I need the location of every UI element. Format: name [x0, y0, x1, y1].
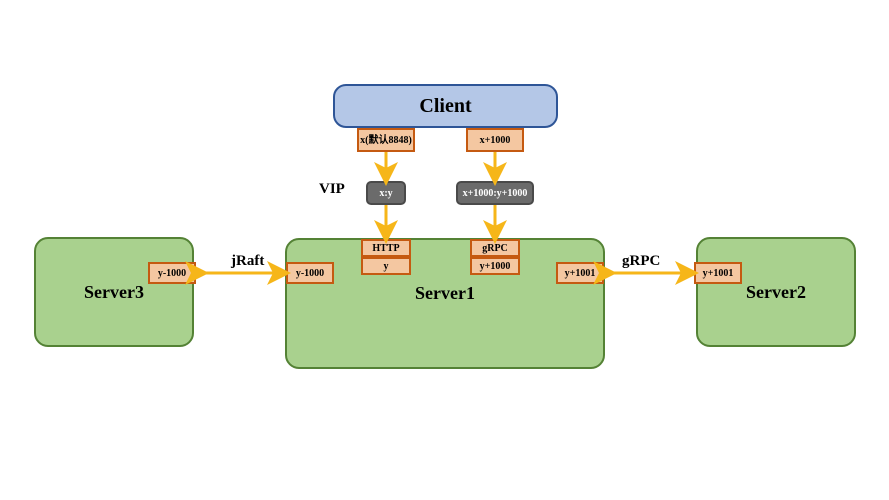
- server2-port-left: y+1001: [694, 262, 742, 284]
- server1-grpc-bottom-label: y+1000: [480, 261, 511, 272]
- server3-node: Server3: [34, 237, 194, 347]
- server1-label: Server1: [415, 283, 475, 304]
- server1-port-right-label: y+1001: [565, 268, 596, 279]
- client-node: Client: [333, 84, 558, 128]
- client-label: Client: [419, 95, 471, 118]
- edge-jraft-label: jRaft: [231, 253, 264, 270]
- vip-box-right-label: x+1000:y+1000: [463, 188, 528, 199]
- server1-port-left-label: y-1000: [296, 268, 324, 279]
- server3-port-right: y-1000: [148, 262, 196, 284]
- client-port-left: x(默认8848): [357, 128, 415, 152]
- server1-http-top-label: HTTP: [372, 243, 399, 254]
- server3-label: Server3: [84, 282, 144, 303]
- server2-port-left-label: y+1001: [703, 268, 734, 279]
- server2-node: Server2: [696, 237, 856, 347]
- edge-grpc-label: gRPC: [622, 253, 660, 270]
- server1-http-bottom: y: [361, 257, 411, 275]
- server3-port-right-label: y-1000: [158, 268, 186, 279]
- vip-box-left: x:y: [366, 181, 406, 205]
- server1-grpc-top-label: gRPC: [482, 243, 508, 254]
- server1-grpc-top: gRPC: [470, 239, 520, 257]
- server1-http-bottom-label: y: [384, 261, 389, 272]
- vip-label: VIP: [319, 181, 345, 198]
- vip-box-right: x+1000:y+1000: [456, 181, 534, 205]
- vip-box-left-label: x:y: [379, 188, 392, 199]
- client-port-right-label: x+1000: [480, 135, 511, 146]
- server1-grpc-bottom: y+1000: [470, 257, 520, 275]
- server1-port-left: y-1000: [286, 262, 334, 284]
- server1-port-right: y+1001: [556, 262, 604, 284]
- client-port-left-label: x(默认8848): [360, 135, 412, 146]
- server2-label: Server2: [746, 282, 806, 303]
- server1-http-top: HTTP: [361, 239, 411, 257]
- client-port-right: x+1000: [466, 128, 524, 152]
